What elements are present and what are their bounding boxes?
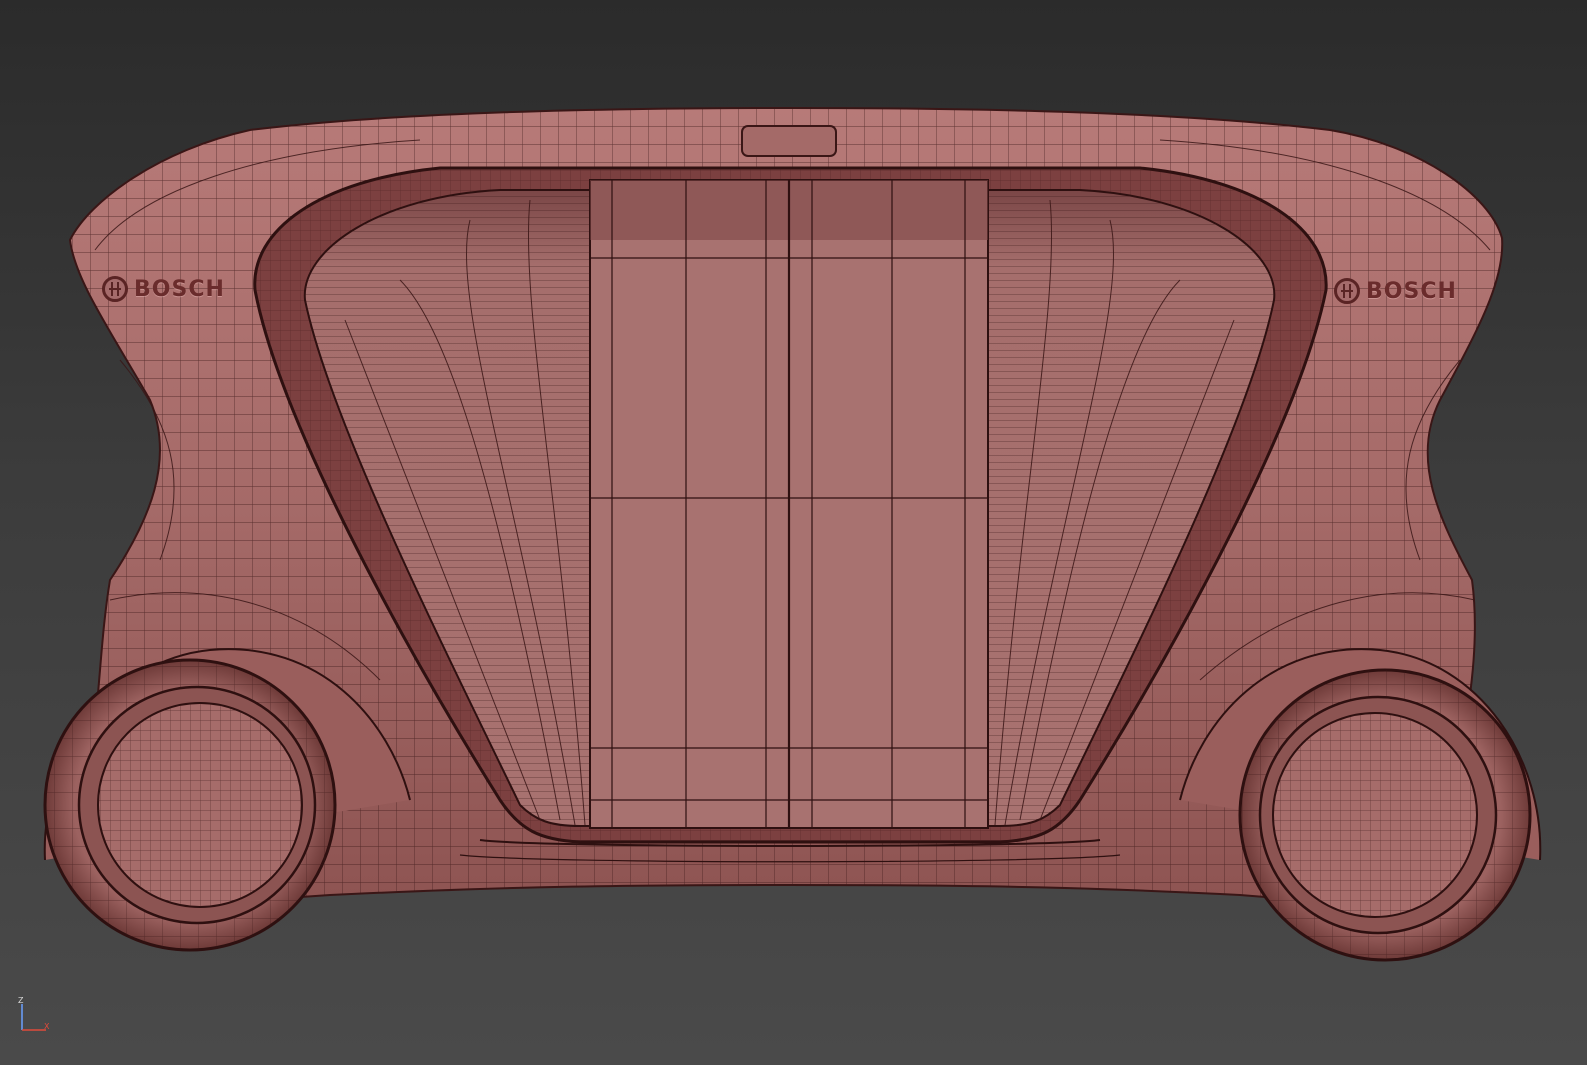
brand-badge-left: BOSCH: [102, 276, 225, 302]
bosch-logo-icon: [1334, 278, 1360, 304]
axis-z-label: Z: [18, 996, 24, 1005]
3d-viewport[interactable]: BOSCH BOSCH Z X: [0, 0, 1587, 1065]
brand-text-left: BOSCH: [134, 276, 225, 302]
brand-badge-right: BOSCH: [1334, 278, 1457, 304]
axis-gizmo: Z X: [14, 996, 54, 1036]
axis-x-label: X: [44, 1022, 50, 1031]
center-door-panels: [589, 179, 989, 829]
vehicle-wireframe-model[interactable]: [0, 0, 1587, 1065]
brand-text-right: BOSCH: [1366, 278, 1457, 304]
bosch-logo-icon: [102, 276, 128, 302]
